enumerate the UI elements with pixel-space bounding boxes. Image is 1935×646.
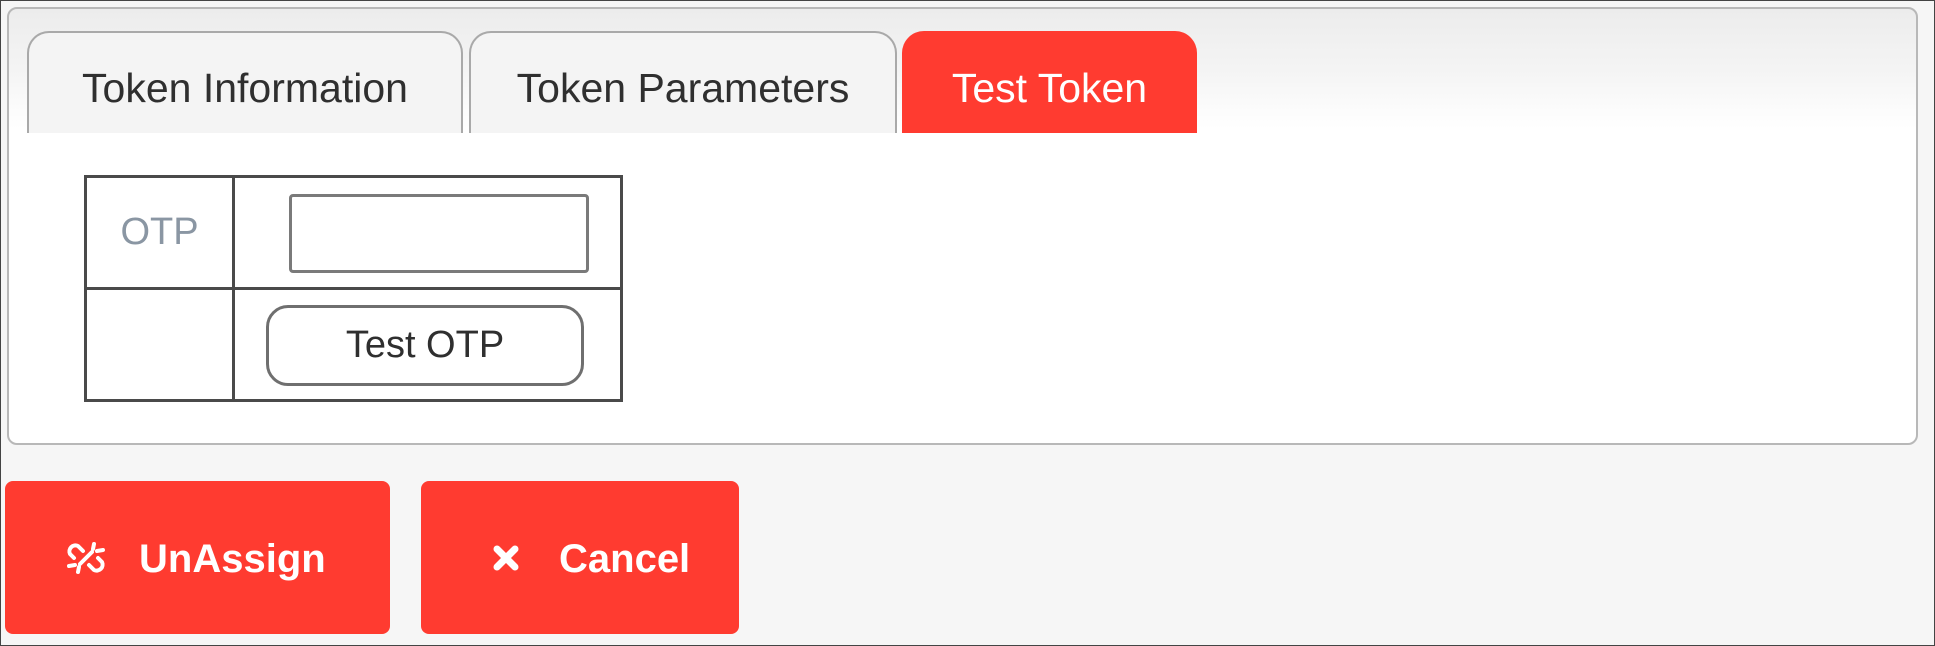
tab-token-parameters[interactable]: Token Parameters	[469, 31, 897, 133]
unassign-button[interactable]: UnAssign	[5, 481, 390, 634]
close-icon	[483, 535, 529, 581]
test-otp-button[interactable]: Test OTP	[266, 305, 584, 386]
cancel-label: Cancel	[559, 537, 691, 581]
tab-token-information[interactable]: Token Information	[27, 31, 463, 133]
unlink-icon	[63, 535, 109, 581]
otp-label: OTP	[120, 211, 199, 253]
cancel-button[interactable]: Cancel	[421, 481, 739, 634]
unassign-label: UnAssign	[139, 537, 326, 581]
otp-input[interactable]	[289, 194, 589, 273]
tab-label: Token Information	[82, 64, 408, 111]
table-divider-horizontal	[87, 287, 620, 290]
tab-label: Test Token	[951, 64, 1148, 111]
otp-form-table: OTP Test OTP	[84, 175, 623, 402]
tab-panel: Token Information Token Parameters Test …	[7, 7, 1918, 445]
tab-label: Token Parameters	[516, 64, 850, 111]
tab-test-token[interactable]: Test Token	[902, 31, 1197, 133]
dialog-frame: Token Information Token Parameters Test …	[0, 0, 1935, 646]
